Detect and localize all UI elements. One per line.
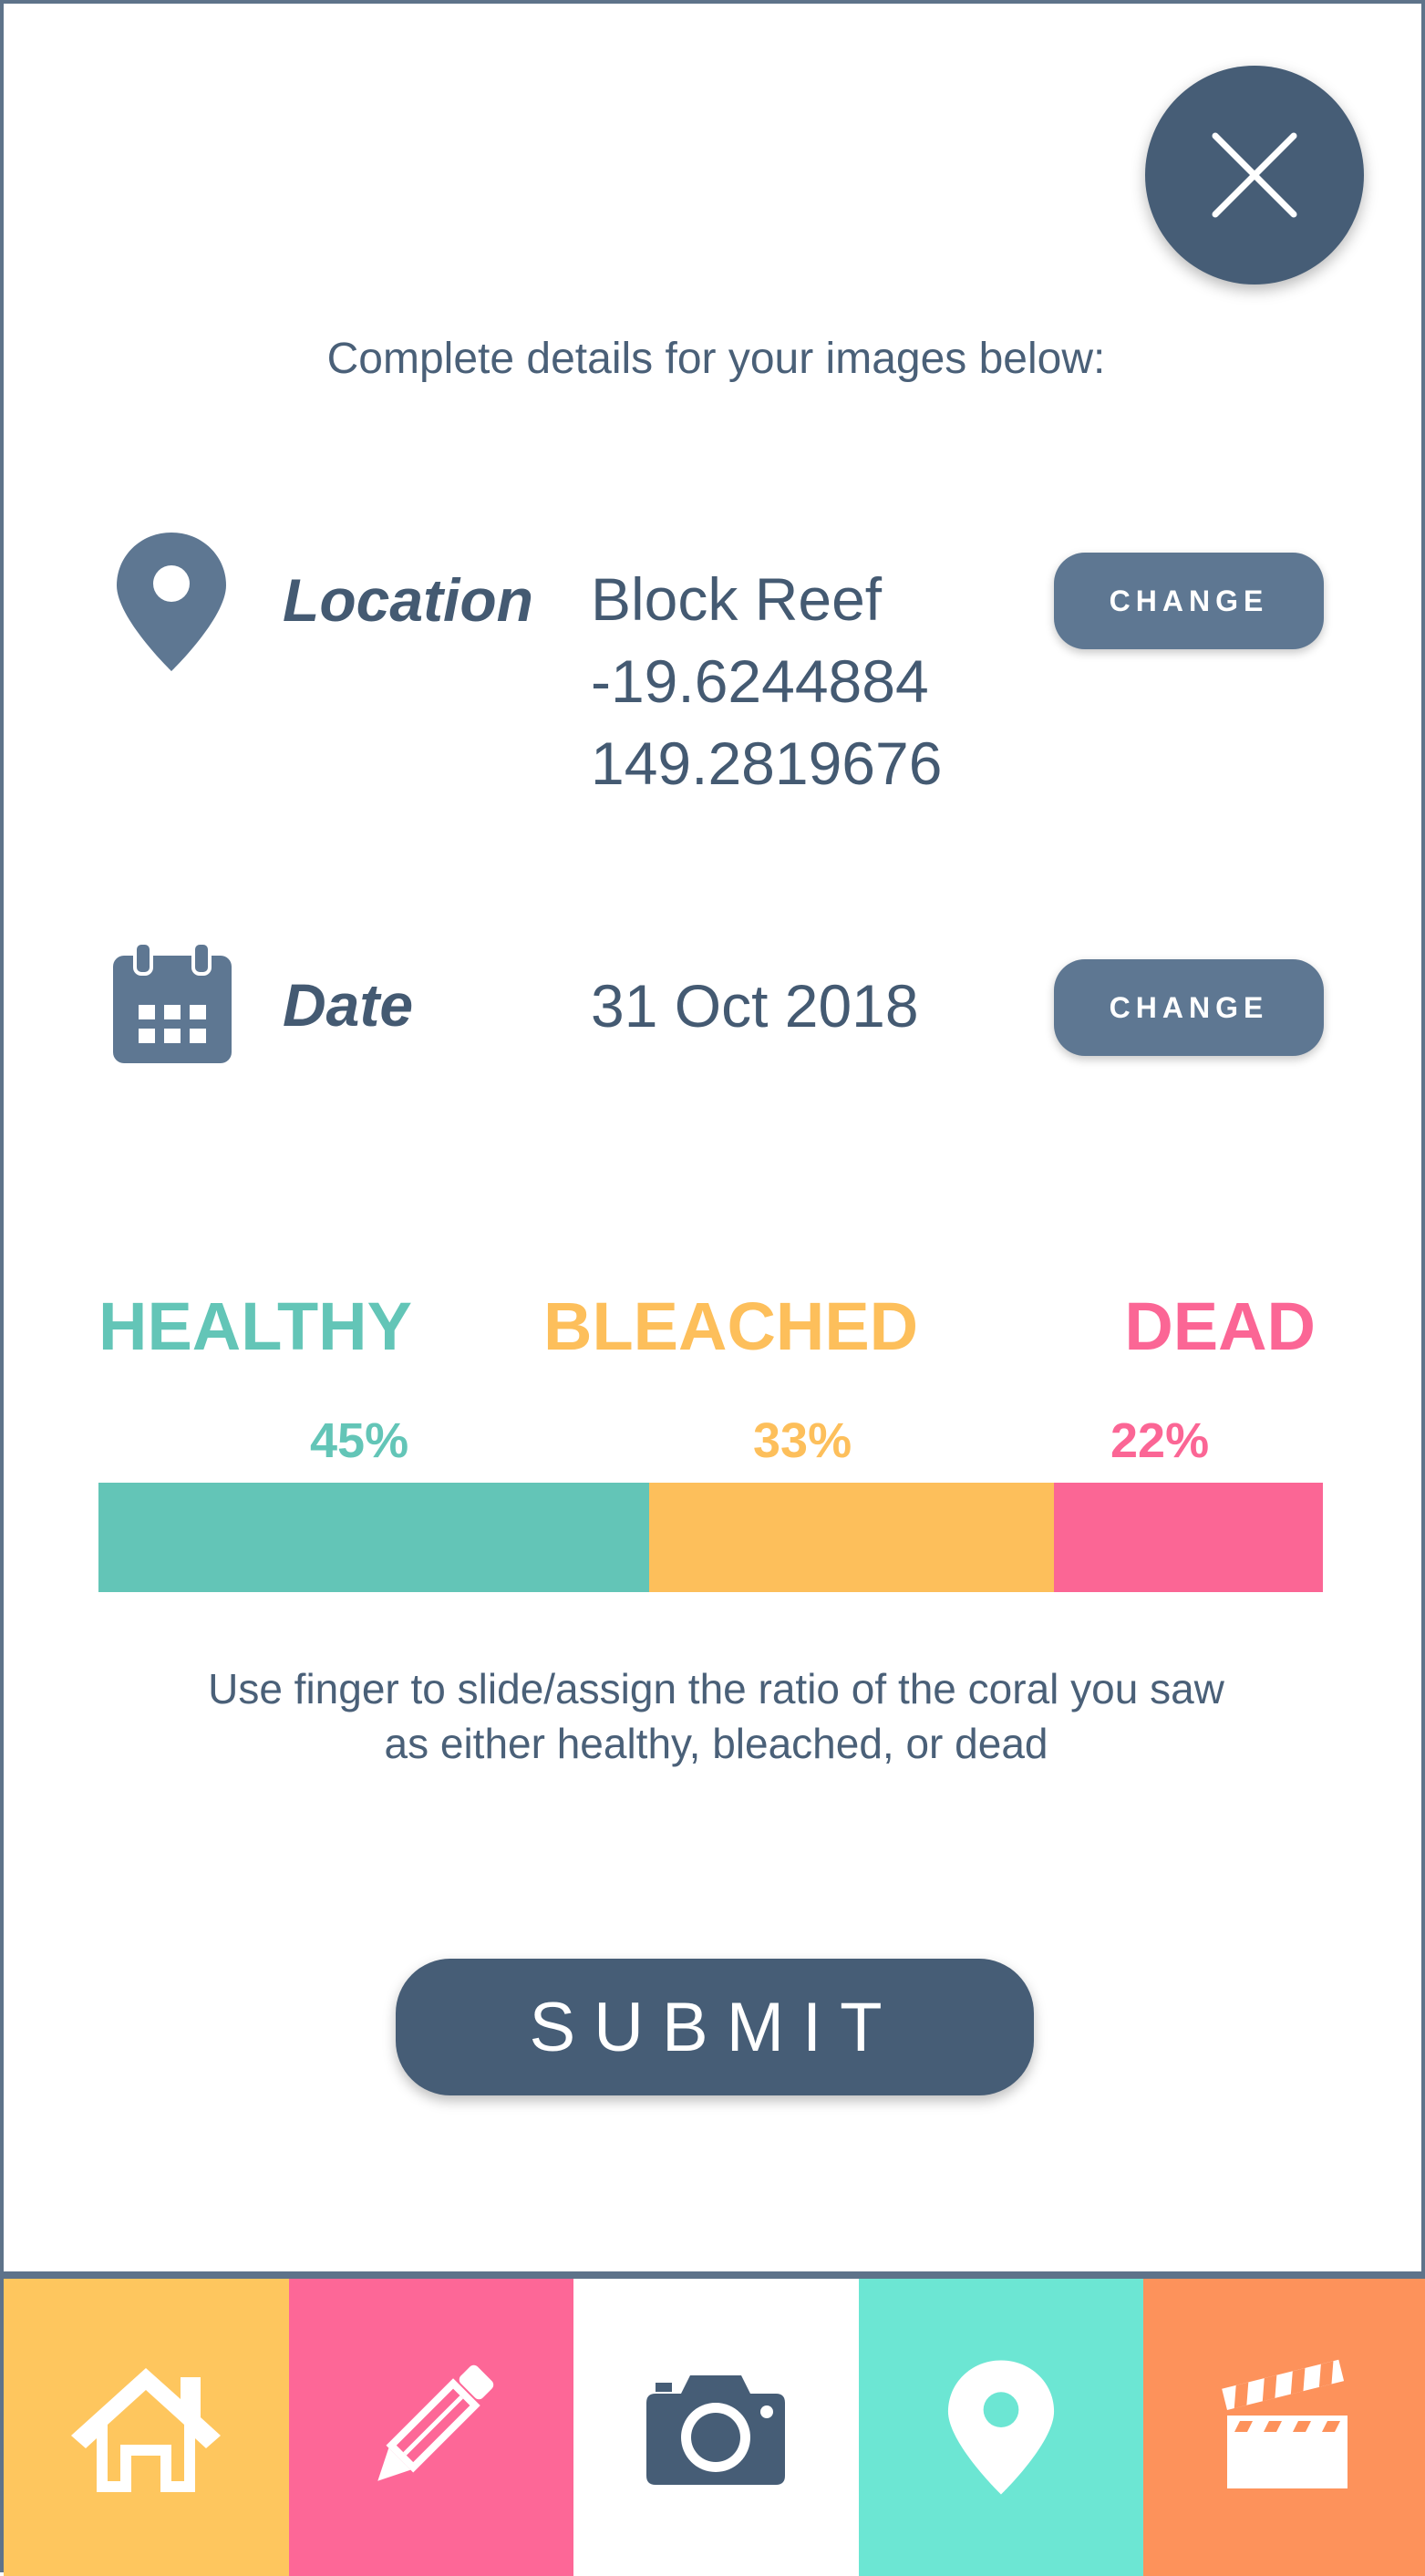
calendar-icon <box>111 941 233 1070</box>
bleached-percent: 33% <box>753 1413 852 1468</box>
location-longitude: 149.2819676 <box>591 729 943 797</box>
change-date-button[interactable]: CHANGE <box>1054 959 1324 1056</box>
location-latitude: -19.6244884 <box>591 647 929 715</box>
close-button[interactable] <box>1145 66 1364 284</box>
dead-percent: 22% <box>1110 1413 1210 1468</box>
coral-ratio-slider[interactable] <box>98 1483 1323 1592</box>
intro-text: Complete details for your images below: <box>326 335 1106 383</box>
close-icon <box>1212 132 1297 218</box>
bleached-segment[interactable] <box>649 1483 1054 1592</box>
nav-map[interactable] <box>858 2279 1144 2576</box>
nav-video[interactable] <box>1143 2279 1425 2576</box>
slider-hint: Use finger to slide/assign the ratio of … <box>4 1661 1425 1771</box>
date-value: 31 Oct 2018 <box>591 972 919 1040</box>
location-label: Location <box>283 566 533 634</box>
location-name: Block Reef <box>591 565 883 633</box>
submit-button[interactable]: SUBMIT <box>396 1959 1034 2095</box>
map-pin-icon <box>115 531 228 678</box>
date-label: Date <box>283 971 414 1039</box>
nav-camera[interactable] <box>573 2279 859 2576</box>
pencil-icon <box>377 2364 494 2481</box>
bottom-nav <box>4 2271 1425 2576</box>
clapperboard-icon <box>1221 2359 1348 2488</box>
nav-edit[interactable] <box>288 2279 574 2576</box>
healthy-percent: 45% <box>310 1413 409 1468</box>
location-value: Block Reef -19.6244884 149.2819676 <box>591 558 942 804</box>
home-icon <box>71 2368 222 2492</box>
nav-home[interactable] <box>4 2279 289 2576</box>
dead-label: DEAD <box>1124 1288 1316 1364</box>
hint-line-1: Use finger to slide/assign the ratio of … <box>208 1665 1224 1712</box>
map-pin-icon <box>948 2360 1055 2495</box>
healthy-segment[interactable] <box>98 1483 650 1592</box>
hint-line-2: as either healthy, bleached, or dead <box>384 1720 1048 1767</box>
camera-icon <box>646 2375 786 2485</box>
app-screen: Complete details for your images below: … <box>0 0 1425 2576</box>
dead-segment[interactable] <box>1053 1483 1323 1592</box>
healthy-label: HEALTHY <box>98 1288 412 1364</box>
change-location-button[interactable]: CHANGE <box>1054 553 1324 649</box>
bleached-label: BLEACHED <box>543 1288 919 1364</box>
